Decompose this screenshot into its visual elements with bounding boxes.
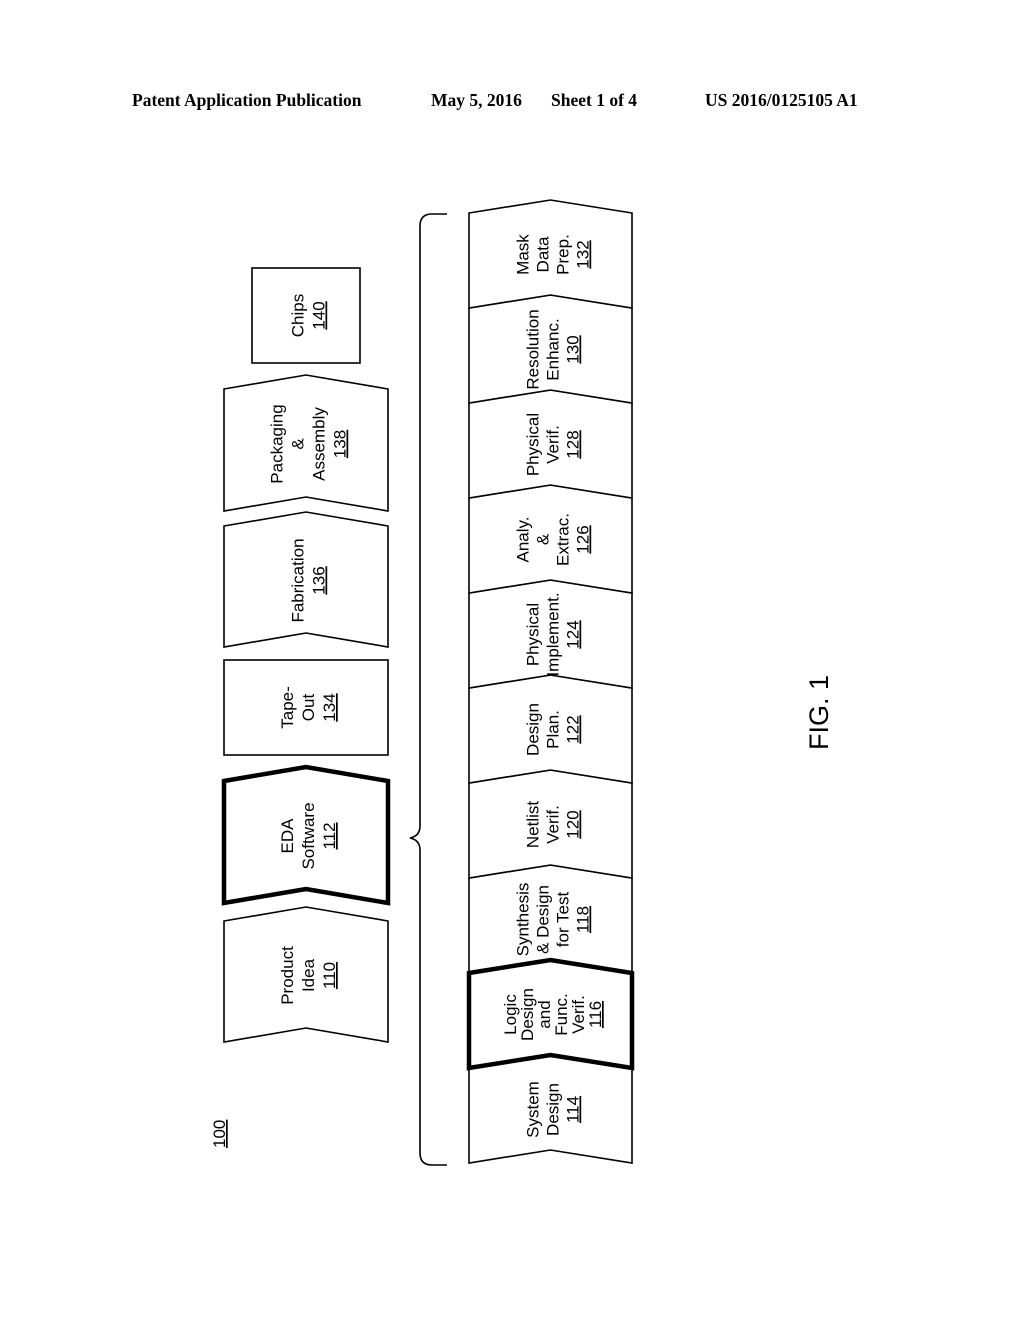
step-label-line: Design: [544, 1083, 563, 1136]
step-reference-number: 114: [564, 1096, 583, 1123]
step-label-line: System: [524, 1081, 543, 1138]
step-label-line: Mask: [514, 234, 533, 275]
flow-diagram: Product Idea 110EDA Software 112Tape- Out 134F…: [210, 199, 834, 1166]
step-reference-number: 112: [320, 822, 339, 849]
eda-step-synthesis-design-for-test: Synthesis & Design for Test 118: [468, 864, 633, 974]
step-label-line: Extrac.: [554, 513, 573, 566]
step-reference-number: 126: [574, 525, 593, 553]
step-reference-number: 130: [564, 335, 583, 363]
step-label-line: Chips: [289, 294, 308, 337]
step-label-line: Verif.: [544, 425, 563, 464]
step-reference-number: 110: [320, 962, 339, 989]
eda-step-mask-data-prep: Mask Data Prep. 132: [468, 199, 633, 309]
eda-steps-column: System Design 114Synthesis & Design for Test…: [466, 199, 635, 1164]
step-label-line: Packaging: [268, 404, 287, 483]
step-reference-number: 124: [564, 620, 583, 648]
step-label-line: Assembly: [310, 407, 329, 481]
step-label-line: Implement.: [544, 592, 563, 676]
step-label-line: Physical: [524, 603, 543, 666]
step-reference-number: 134: [320, 693, 339, 721]
step-label-line: Software: [299, 802, 318, 869]
step-label-line: Netlist: [524, 801, 543, 849]
step-label-line: &: [289, 438, 308, 450]
step-reference-number: 140: [310, 301, 329, 329]
step-reference-number: 122: [564, 715, 583, 743]
top-flow-row: Product Idea 110EDA Software 112Tape- Out 134F…: [221, 267, 391, 1043]
step-label-line: EDA: [278, 818, 297, 854]
step-label-line: for Test: [554, 892, 573, 948]
step-label-line: Plan.: [544, 710, 563, 749]
step-reference-number: 136: [310, 566, 329, 594]
step-label-line: Synthesis: [514, 883, 533, 957]
step-label-line: Enhanc.: [544, 318, 563, 380]
eda-step-logic-design-and-func-verif: LogicDesignandFunc.Verif.116: [466, 957, 635, 1071]
eda-brace: [409, 213, 447, 1166]
top-flow-eda-software: EDA Software 112: [221, 764, 391, 906]
eda-step-resolution-enhanc: Resolution Enhanc. 130: [468, 294, 633, 404]
top-flow-packaging-assembly: Packaging & Assembly 138: [223, 374, 389, 512]
figure-label: FIG. 1: [804, 675, 834, 750]
step-label-line: Idea: [299, 958, 318, 992]
step-label-line: Verif.: [544, 805, 563, 844]
figure-label-group: FIG. 1: [804, 675, 834, 750]
step-reference-number: 128: [564, 430, 583, 458]
eda-step-physical-implement: Physical Implement. 124: [468, 579, 633, 689]
figure-reference-number: 100: [210, 1120, 229, 1148]
step-reference-number: 132: [574, 240, 593, 268]
top-flow-product-idea: Product Idea 110: [223, 906, 389, 1043]
step-label-line: Out: [299, 694, 318, 722]
top-flow-tape-out: Tape- Out 134: [223, 659, 389, 756]
eda-step-netlist-verif: Netlist Verif. 120: [468, 769, 633, 879]
step-label-line: Analy.: [514, 517, 533, 563]
step-reference-number: 138: [331, 430, 350, 458]
step-label-line: &: [534, 533, 553, 545]
step-label-line: Prep.: [554, 234, 573, 275]
step-label-line: Physical: [524, 413, 543, 476]
figure-reference-group: 100: [210, 1120, 229, 1148]
step-reference-number: 116: [586, 1001, 605, 1028]
eda-step-physical-verif: Physical Verif. 128: [468, 389, 633, 499]
step-reference-number: 118: [574, 906, 593, 933]
step-label-line: Product: [278, 946, 297, 1005]
step-label-line: Fabrication: [289, 538, 308, 622]
step-reference-number: 120: [564, 810, 583, 838]
eda-step-design-plan: Design Plan. 122: [468, 674, 633, 784]
eda-step-analy-extrac: Analy. & Extrac. 126: [468, 484, 633, 594]
top-flow-chips: Chips 140: [251, 267, 361, 364]
top-flow-fabrication: Fabrication 136: [223, 511, 389, 648]
step-label-line: Resolution: [524, 309, 543, 389]
step-label-line: Tape-: [278, 686, 297, 729]
step-label-line: Data: [534, 236, 553, 272]
step-label-line: Design: [524, 703, 543, 756]
step-label-line: & Design: [534, 885, 553, 954]
eda-step-system-design: System Design 114: [468, 1054, 633, 1164]
